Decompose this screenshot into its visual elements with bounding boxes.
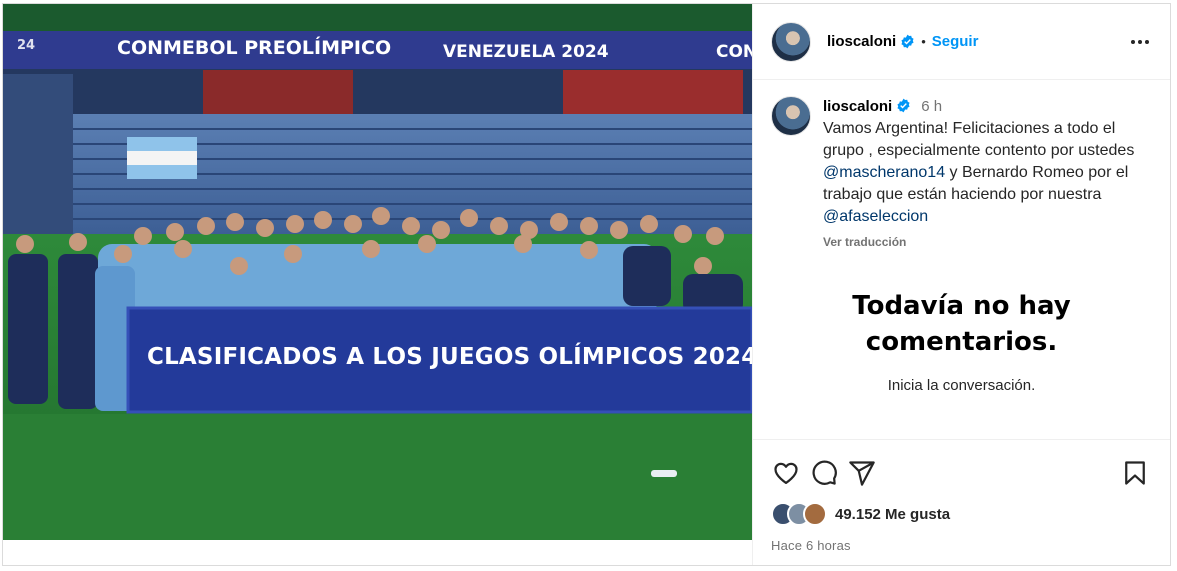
comment-button[interactable]: [809, 458, 839, 488]
post-sidebar: lioscaloni • Seguir lioscaloni 6 h Vamos …: [752, 4, 1170, 565]
likes-row: 49.152 Me gusta: [771, 502, 1152, 526]
post-header: lioscaloni • Seguir: [753, 4, 1170, 80]
see-translation-link[interactable]: Ver traducción: [823, 231, 1152, 253]
empty-comments: Todavía no hay comentarios. Inicia la co…: [753, 288, 1170, 394]
banner-conmebol: CONMEBOL PREOLÍMPICO: [117, 37, 392, 59]
caption-username[interactable]: lioscaloni: [823, 98, 892, 115]
paper-plane-icon: [849, 461, 875, 486]
more-options-icon[interactable]: [1128, 30, 1152, 54]
caption-body: lioscaloni 6 h Vamos Argentina! Felicitac…: [823, 96, 1152, 253]
like-button[interactable]: [771, 458, 801, 488]
caption-avatar[interactable]: [771, 96, 811, 136]
liker-avatars: [771, 502, 827, 526]
empty-comments-subtitle: Inicia la conversación.: [887, 377, 1036, 394]
verified-badge-icon: [897, 98, 910, 113]
mention-afaseleccion[interactable]: @afaseleccion: [823, 208, 928, 225]
comment-icon: [812, 460, 837, 485]
team-photo-illustration: [3, 31, 752, 540]
header-separator: •: [921, 34, 926, 49]
heart-icon: [774, 462, 798, 485]
caption: lioscaloni 6 h Vamos Argentina! Felicitac…: [753, 80, 1170, 253]
post-timestamp[interactable]: Hace 6 horas: [771, 538, 1152, 553]
mention-mascherano14[interactable]: @mascherano14: [823, 164, 945, 181]
liker-avatar[interactable]: [803, 502, 827, 526]
empty-comments-title: Todavía no hay comentarios.: [852, 291, 1071, 357]
save-button[interactable]: [1120, 458, 1150, 488]
banner-clasificados: CLASIFICADOS A LOS JUEGOS OLÍMPICOS 2024: [147, 344, 752, 370]
avatar[interactable]: [771, 21, 811, 62]
post-actions-section: 49.152 Me gusta Hace 6 horas: [753, 439, 1170, 553]
verified-badge-icon: [901, 34, 914, 49]
caption-time[interactable]: 6 h: [921, 98, 942, 115]
likes-count[interactable]: 49.152 Me gusta: [835, 506, 950, 523]
bookmark-icon: [1125, 461, 1145, 485]
caption-text-1: Vamos Argentina! Felicitaciones a todo e…: [823, 120, 1135, 159]
banner-venezuela: VENEZUELA 2024: [443, 42, 609, 62]
header-username[interactable]: lioscaloni: [827, 33, 896, 50]
banner-edge-right: CON: [716, 42, 752, 62]
action-bar: [771, 456, 1152, 490]
post-photo[interactable]: 24 CONMEBOL PREOLÍMPICO VENEZUELA 2024 C…: [3, 4, 752, 540]
follow-button[interactable]: Seguir: [932, 33, 979, 50]
banner-edge-left: 24: [17, 38, 36, 53]
post-container: 24 CONMEBOL PREOLÍMPICO VENEZUELA 2024 C…: [2, 3, 1171, 566]
share-button[interactable]: [847, 458, 877, 488]
